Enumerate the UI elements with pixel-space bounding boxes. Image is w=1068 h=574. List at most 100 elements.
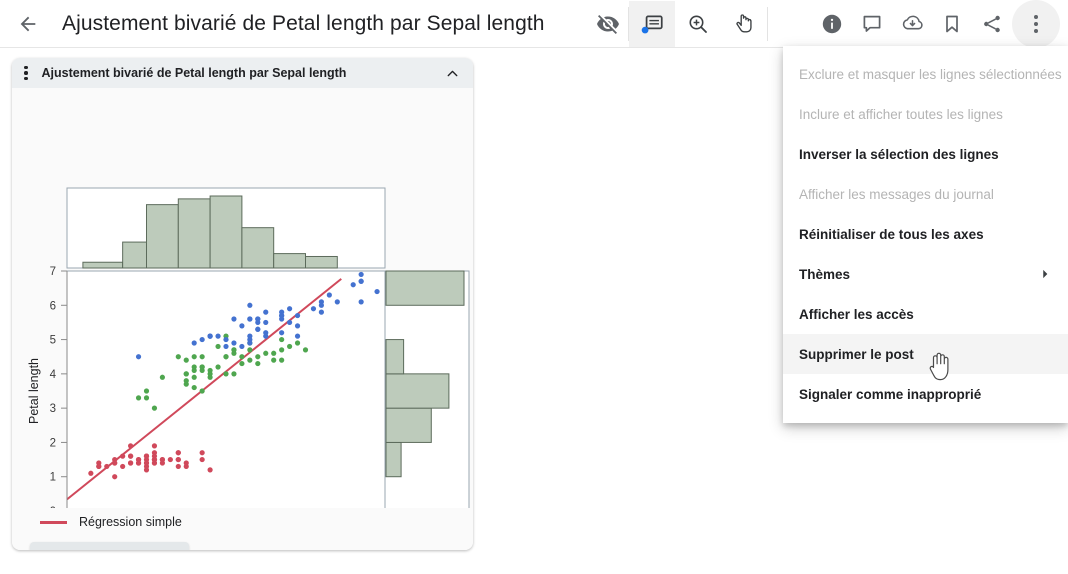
scatter-point xyxy=(255,361,260,366)
histogram-bar xyxy=(178,199,210,268)
histogram-bar xyxy=(123,242,147,268)
y-tick-label: 4 xyxy=(50,369,57,381)
scatter-point xyxy=(223,354,228,359)
scatter-point xyxy=(295,313,300,318)
scatter-point xyxy=(239,323,244,328)
arrow-back-icon xyxy=(17,13,39,35)
comment-button[interactable] xyxy=(852,4,892,44)
chart-card-collapse-button[interactable] xyxy=(440,63,465,84)
y-tick-label: 6 xyxy=(50,300,56,312)
label-tool-button[interactable] xyxy=(629,1,675,47)
histogram-bar xyxy=(386,271,464,305)
eye-off-icon xyxy=(596,12,620,36)
scatter-point xyxy=(287,344,292,349)
scatter-point xyxy=(200,388,205,393)
menu-item[interactable]: Thèmes xyxy=(783,254,1068,294)
histogram-bar xyxy=(210,196,242,268)
menu-item[interactable]: Réinitialiser de tous les axes xyxy=(783,214,1068,254)
menu-item-label: Afficher les messages du journal xyxy=(799,187,994,202)
hide-labels-button[interactable] xyxy=(588,4,628,44)
histogram-bar xyxy=(147,205,179,268)
bookmark-button[interactable] xyxy=(932,4,972,44)
toolbar-divider-2 xyxy=(767,7,768,41)
y-axis-label: Petal length xyxy=(27,358,41,424)
scatter-point xyxy=(263,320,268,325)
y-tick-label: 2 xyxy=(50,437,56,449)
scatter-point xyxy=(128,460,133,465)
chart-legend: Régression simple xyxy=(40,515,182,529)
scatter-point xyxy=(359,299,364,304)
menu-item[interactable]: Signaler comme inapproprié xyxy=(783,374,1068,414)
scatter-point xyxy=(295,323,300,328)
share-button[interactable] xyxy=(972,4,1012,44)
menu-item[interactable]: Afficher les accès xyxy=(783,294,1068,334)
scatter-point xyxy=(136,354,141,359)
scatter-point xyxy=(247,337,252,342)
pan-tool-button[interactable] xyxy=(721,1,767,47)
scatter-point xyxy=(200,354,205,359)
label-marker-icon xyxy=(639,11,665,37)
scatter-point xyxy=(184,464,189,469)
scatter-point xyxy=(88,471,93,476)
bivariate-fit-plot[interactable]: 4567801234567Sepal lengthPetal length xyxy=(12,88,473,508)
histogram-bar xyxy=(274,254,306,268)
scatter-point xyxy=(160,375,165,380)
legend-line-swatch xyxy=(40,521,67,524)
fit-selector-button[interactable]: Régression simple xyxy=(30,542,189,550)
menu-item[interactable]: Inverser la sélection des lignes xyxy=(783,134,1068,174)
scatter-point xyxy=(192,385,197,390)
scatter-point xyxy=(192,354,197,359)
scatter-point xyxy=(287,306,292,311)
scatter-point xyxy=(208,371,213,376)
info-button[interactable] xyxy=(812,4,852,44)
chevron-up-icon xyxy=(444,65,461,82)
chart-card-menu-button[interactable] xyxy=(22,62,34,85)
histogram-bar xyxy=(83,262,123,268)
menu-item-label: Supprimer le post xyxy=(799,347,914,362)
scatter-point xyxy=(279,347,284,352)
scatter-point xyxy=(247,303,252,308)
scatter-point xyxy=(255,320,260,325)
scatter-point xyxy=(223,371,228,376)
y-tick-label: 7 xyxy=(50,266,56,278)
scatter-point xyxy=(136,395,141,400)
scatter-point xyxy=(176,457,181,462)
menu-item-label: Réinitialiser de tous les axes xyxy=(799,227,984,242)
kebab-menu-icon xyxy=(1034,15,1038,33)
scatter-point xyxy=(152,406,157,411)
scatter-point xyxy=(359,279,364,284)
chart-card: Ajustement bivarié de Petal length par S… xyxy=(12,58,473,550)
share-icon xyxy=(980,12,1004,36)
plot-frame xyxy=(67,271,385,508)
zoom-tool-button[interactable] xyxy=(675,1,721,47)
histogram-bar xyxy=(386,442,401,476)
more-options-button[interactable] xyxy=(1012,0,1060,48)
histogram-bar xyxy=(386,408,431,442)
scatter-point xyxy=(295,340,300,345)
menu-item-label: Afficher les accès xyxy=(799,307,914,322)
scatter-point xyxy=(112,460,117,465)
scatter-point xyxy=(239,361,244,366)
scatter-point xyxy=(144,395,149,400)
scatter-point xyxy=(152,443,157,448)
right-marginal-histogram xyxy=(385,271,469,508)
scatter-point xyxy=(247,347,252,352)
scatter-point xyxy=(215,334,220,339)
scatter-point xyxy=(120,464,125,469)
scatter-point xyxy=(128,454,133,459)
histogram-bar xyxy=(242,228,274,268)
scatter-point xyxy=(279,313,284,318)
legend-label: Régression simple xyxy=(79,515,182,529)
menu-item[interactable]: Supprimer le post xyxy=(783,334,1068,374)
scatter-point xyxy=(192,364,197,369)
chevron-down-icon xyxy=(162,550,177,551)
download-button[interactable] xyxy=(892,4,932,44)
scatter-point xyxy=(319,310,324,315)
top-marginal-histogram xyxy=(67,188,385,268)
scatter-point xyxy=(192,375,197,380)
kebab-menu-icon xyxy=(24,71,28,75)
tool-group xyxy=(629,1,767,47)
back-button[interactable] xyxy=(8,4,48,44)
scatter-point xyxy=(144,388,149,393)
scatter-point xyxy=(279,358,284,363)
